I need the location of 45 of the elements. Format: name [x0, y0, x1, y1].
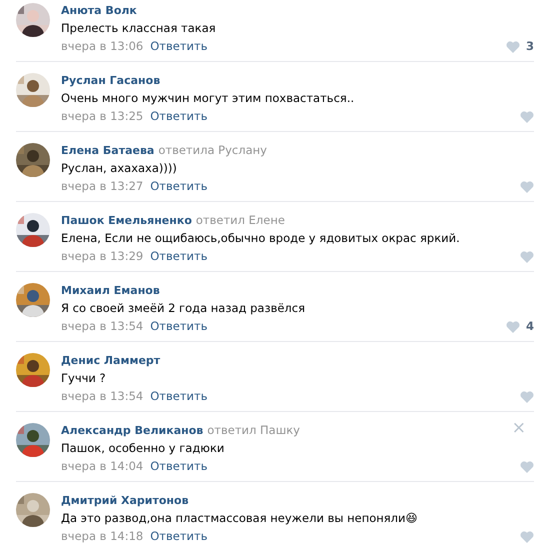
author-link[interactable]: Анюта Волк [61, 2, 137, 19]
reply-link[interactable]: Ответить [150, 318, 208, 335]
comment-text: Я со своей змеёй 2 года назад развёлся [61, 300, 306, 317]
comment-time: вчера в 13:25 [61, 108, 144, 125]
like-icon[interactable] [520, 390, 534, 402]
author-link[interactable]: Дмитрий Харитонов [61, 492, 189, 509]
like-icon[interactable] [520, 110, 534, 122]
reply-link[interactable]: Ответить [150, 388, 208, 405]
author-link[interactable]: Пашок Емельяненко [61, 212, 192, 229]
reply-link[interactable]: Ответить [150, 528, 208, 545]
comment-text: Да это развод,она пластмассовая неужели вы непоняли😆 [61, 510, 418, 527]
author-link[interactable]: Михаил Еманов [61, 282, 160, 299]
like-icon[interactable] [506, 40, 520, 52]
like-count: 3 [526, 38, 534, 55]
comment-time: вчера в 13:06 [61, 38, 144, 55]
author-link[interactable]: Руслан Гасанов [61, 72, 160, 89]
like-icon[interactable] [506, 320, 520, 332]
author-link[interactable]: Денис Ламмерт [61, 352, 160, 369]
comment-text: Елена, Если не ощибаюсь,обычно вроде у ядовитых окрас яркий. [61, 230, 461, 247]
like-icon[interactable] [520, 180, 534, 192]
reply-link[interactable]: Ответить [150, 178, 208, 195]
comment-time: вчера в 13:54 [61, 388, 144, 405]
like-icon[interactable] [520, 460, 534, 472]
like-count: 4 [526, 318, 534, 335]
reply-link[interactable]: Ответить [150, 248, 208, 265]
comment-time: вчера в 14:04 [61, 458, 144, 475]
comment-text: Гуччи ? [61, 370, 107, 387]
reply-to-text: ответила Руслану [158, 142, 267, 159]
comment-text: Прелесть классная такая [61, 20, 217, 37]
comment-time: вчера в 13:27 [61, 178, 144, 195]
comment-text: Пашок, особенно у гадюки [61, 440, 226, 457]
reply-link[interactable]: Ответить [150, 458, 208, 475]
reply-link[interactable]: Ответить [150, 38, 208, 55]
comment-time: вчера в 13:29 [61, 248, 144, 265]
author-link[interactable]: Елена Батаева [61, 142, 154, 159]
author-link[interactable]: Александр Великанов [61, 422, 204, 439]
comment-text: Руслан, ахахаха)))) [61, 160, 178, 177]
reply-to-text: ответил Пашку [207, 422, 300, 439]
reply-link[interactable]: Ответить [150, 108, 208, 125]
comment-time: вчера в 14:18 [61, 528, 144, 545]
reply-to-text: ответил Елене [196, 212, 285, 229]
comment-text: Очень много мужчин могут этим похвастаться.. [61, 90, 356, 107]
like-icon[interactable] [520, 250, 534, 262]
like-icon[interactable] [520, 530, 534, 542]
comment-time: вчера в 13:54 [61, 318, 144, 335]
